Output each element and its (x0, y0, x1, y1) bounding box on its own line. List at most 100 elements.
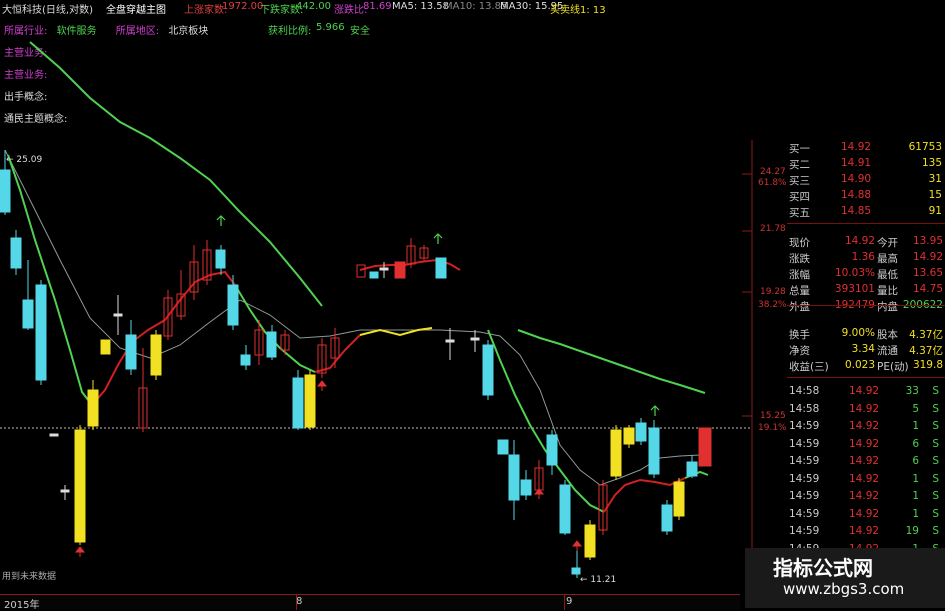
stat-value: 4.37亿 (909, 329, 943, 341)
tick-time: 14:58 (789, 402, 820, 415)
bid-label: 买五 (789, 207, 810, 219)
tick-row: 14:59 14.92 6 S (787, 437, 945, 453)
tick-volume: 6 (912, 437, 919, 450)
tick-price: 14.92 (849, 490, 880, 502)
tick-side: S (932, 402, 939, 415)
stat-row: 收益(三) 0.023 PE(动) 319.8 (787, 358, 945, 374)
bid-price: 14.91 (841, 157, 872, 169)
bid-row: 买四 14.88 15 (787, 188, 945, 204)
bid-price: 14.92 (841, 141, 872, 153)
tick-row: 14:59 14.92 1S (787, 472, 945, 488)
stat-label: 总量 (789, 285, 810, 297)
bid-row: 买三 14.90 31 (787, 172, 945, 188)
panel-divider (787, 223, 945, 224)
stat-value: 10.03% (834, 267, 875, 279)
tick-price: 14.92 (849, 455, 880, 467)
stat-label: 涨跌 (789, 253, 810, 265)
stat-label: 流通 (877, 345, 898, 357)
tick-side: S (932, 420, 939, 432)
watermark: 指标公式网 www.zbgs3.com (745, 548, 945, 608)
tick-row: 14:59 14.92 1S (787, 507, 945, 523)
tick-time: 14:59 (789, 420, 820, 432)
stat-label: 股本 (877, 329, 898, 341)
panel-divider (787, 377, 945, 378)
sell-signal-icons (216, 215, 660, 416)
bid-volume: 61753 (908, 141, 942, 153)
stat-row: 外盘 192479 内盘 200622 (787, 298, 945, 314)
stat-label: 量比 (877, 285, 898, 297)
stat-label: PE(动) (877, 361, 909, 373)
stat-value: 393101 (834, 283, 875, 295)
high-price-value: 25.09 (16, 155, 43, 165)
tick-volume: 33 (905, 385, 919, 397)
tick-volume: 1 (912, 420, 919, 432)
bid-row: 买一 14.92 61753 (787, 140, 945, 156)
tick-side: S (932, 525, 939, 537)
low-price-label: ← 11.21 (580, 575, 617, 585)
tick-price: 14.92 (849, 437, 880, 450)
stat-label: 内盘 (877, 301, 898, 313)
tick-side: S (932, 385, 939, 397)
stat-row: 换手 9.00% 股本 4.37亿 (787, 326, 945, 342)
quote-panel: 买一 14.92 61753 买二 14.91 135 买三 14.90 31 买四 14.88 15… (787, 140, 945, 604)
bid-label: 买三 (789, 175, 810, 187)
tick-volume: 6 (912, 455, 919, 467)
high-price-label: ← 25.09 (6, 155, 43, 165)
tick-row: 14:58 14.92 33 S (787, 384, 945, 400)
stat-value: 14.75 (912, 283, 943, 295)
tick-price: 14.92 (849, 507, 880, 520)
bid-volume: 135 (921, 157, 942, 169)
bid-price: 14.90 (841, 173, 872, 185)
watermark-title: 指标公式网 (773, 556, 873, 580)
tick-price: 14.92 (849, 402, 880, 415)
bid-volume: 31 (928, 173, 942, 185)
bid-row: 买二 14.91 135 (787, 156, 945, 172)
stat-value: 13.65 (912, 267, 943, 279)
tick-time: 14:59 (789, 490, 820, 502)
bid-price: 14.85 (841, 205, 872, 217)
stat-label: 收益(三) (789, 361, 829, 373)
stat-value: 319.8 (912, 359, 943, 371)
stat-value: 14.92 (912, 251, 943, 263)
tick-price: 14.92 (849, 525, 880, 537)
stat-label: 外盘 (789, 301, 810, 313)
time-axis: 2015年 8 9 (0, 594, 740, 611)
tick-time: 14:59 (789, 455, 820, 467)
stat-label: 今开 (877, 237, 898, 249)
tick-side: S (932, 455, 939, 467)
tick-volume: 5 (912, 402, 919, 415)
stat-label: 换手 (789, 329, 810, 341)
stat-label: 最高 (877, 253, 898, 265)
stat-label: 最低 (877, 269, 898, 281)
bid-volume: 15 (928, 189, 942, 201)
tick-volume: 1 (912, 507, 919, 520)
stat-label: 净资 (789, 345, 810, 357)
tick-time: 14:59 (789, 525, 820, 537)
tick-volume: 19 (905, 525, 919, 537)
tick-volume: 1 (912, 490, 919, 502)
tick-row: 14:59 14.92 6 S (787, 454, 945, 470)
stat-value: 0.023 (844, 359, 875, 371)
stat-row: 涨幅 10.03% 最低 13.65 (787, 266, 945, 282)
tick-price: 14.92 (849, 385, 880, 397)
watermark-url: www.zbgs3.com (783, 580, 905, 598)
bid-label: 买四 (789, 191, 810, 203)
stat-value: 14.92 (844, 235, 875, 247)
stat-value: 9.00% (841, 327, 875, 339)
stat-value: 13.95 (912, 235, 943, 247)
tick-time: 14:58 (789, 385, 820, 397)
tick-price: 14.92 (849, 472, 880, 485)
stat-label: 涨幅 (789, 269, 810, 281)
future-data-warning: 用到未来数据 (2, 572, 57, 582)
tick-price: 14.92 (849, 420, 880, 432)
tick-time: 14:59 (789, 437, 820, 450)
bid-label: 买二 (789, 159, 810, 171)
month-divider (564, 595, 565, 610)
tick-row: 14:59 14.92 19 S (787, 524, 945, 540)
stat-row: 现价 14.92 今开 13.95 (787, 234, 945, 250)
bid-price: 14.88 (841, 189, 872, 201)
tick-side: S (932, 490, 939, 502)
tick-time: 14:59 (789, 507, 820, 520)
tick-side: S (932, 437, 939, 450)
stat-row: 涨跌 1.36 最高 14.92 (787, 250, 945, 266)
